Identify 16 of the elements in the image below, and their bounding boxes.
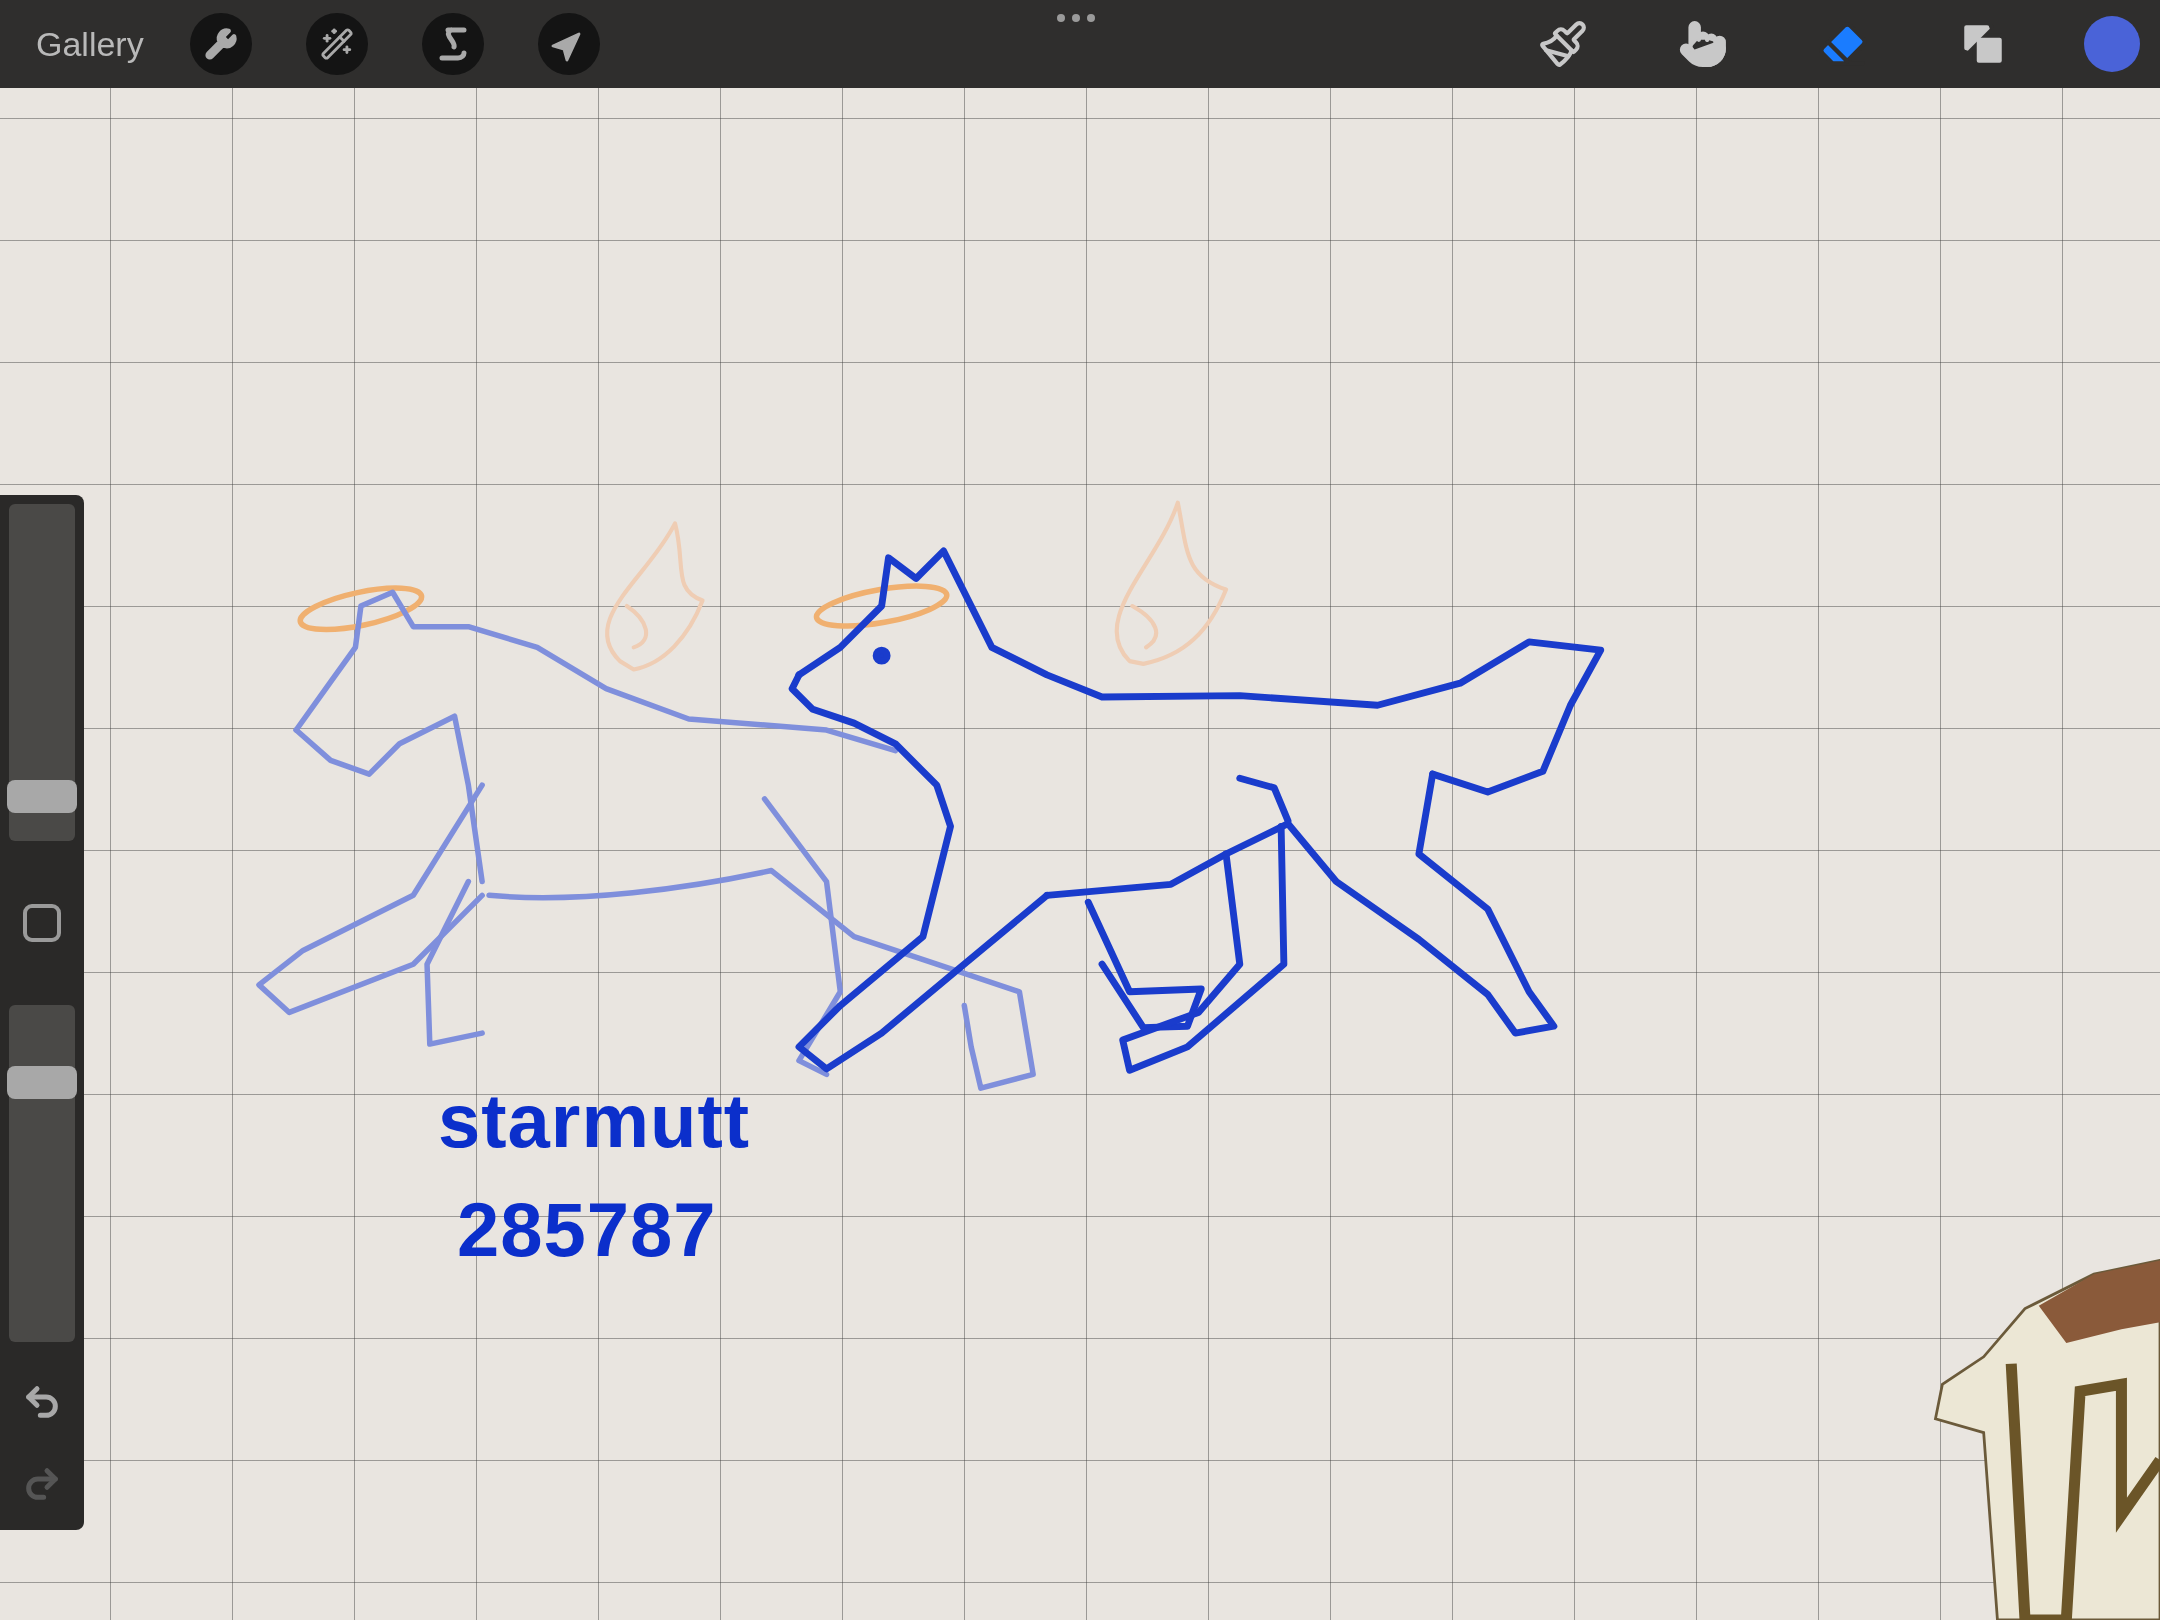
s-curve-icon [437, 27, 468, 61]
modify-button[interactable] [23, 904, 61, 942]
finger-icon [1678, 19, 1728, 69]
brush-size-slider[interactable] [9, 504, 75, 841]
gallery-link[interactable]: Gallery [36, 24, 144, 64]
wrench-icon [203, 27, 238, 61]
more-icon[interactable] [1057, 14, 1095, 22]
opacity-slider[interactable] [9, 1005, 75, 1342]
color-swatch[interactable] [2084, 16, 2140, 72]
drawing-canvas[interactable]: starmutt 285787 [0, 88, 2160, 1620]
slider-thumb[interactable] [7, 780, 77, 814]
canvas-text: starmutt [438, 1077, 751, 1164]
canvas-text: 285787 [457, 1186, 717, 1273]
slider-thumb[interactable] [7, 1065, 77, 1099]
wand-icon [319, 27, 354, 61]
brush-icon [1538, 19, 1588, 69]
